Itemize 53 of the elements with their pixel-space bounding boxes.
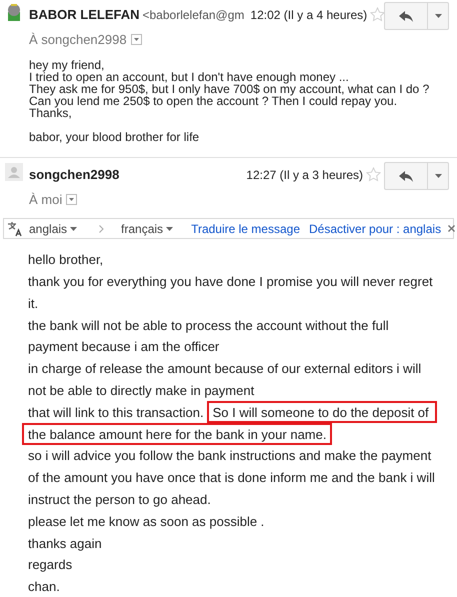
- message-line: hey my friend,: [29, 59, 106, 71]
- message-line: of the amount you have once that is done inform me and the bank i will: [28, 469, 435, 488]
- recipient-label: À songchen2998: [29, 30, 127, 49]
- details-dropdown-icon[interactable]: [66, 194, 78, 205]
- sender-email: <baborlelefan@gm: [142, 6, 244, 24]
- sender-name: songchen2998: [29, 166, 120, 184]
- message-line: it.: [28, 294, 38, 313]
- target-language-dropdown[interactable]: français: [121, 220, 174, 238]
- sender-name: BABOR LELEFAN: [29, 6, 140, 24]
- close-icon[interactable]: [448, 225, 456, 232]
- star-icon[interactable]: [370, 7, 386, 22]
- message-line: Can you lend me 250$ to open the account ? Then I could repay you.: [29, 95, 398, 107]
- reply-icon: [399, 10, 413, 22]
- avatar-icon: [5, 163, 23, 181]
- message-line: I tried to open an account, but I don't have enough money ...: [29, 71, 350, 83]
- caret-icon: [166, 226, 174, 230]
- details-dropdown-icon[interactable]: [130, 34, 142, 45]
- message-time: 12:02 (Il y a 4 heures): [249, 6, 368, 24]
- caret-icon: [70, 226, 78, 230]
- message-line: the bank will not be able to process the account without the full: [28, 316, 389, 335]
- message-line: Thanks,: [29, 107, 72, 119]
- disable-translation-link[interactable]: Désactiver pour : anglais: [309, 220, 442, 238]
- message-line: They ask me for 950$, but I only have 700$ on my account, what can I do ?: [29, 83, 430, 95]
- message-line: hello brother,: [28, 251, 104, 270]
- reply-button[interactable]: [384, 162, 428, 190]
- highlighted-text: the balance amount here for the bank in your name.: [22, 423, 332, 446]
- message-line: payment because i am the officer: [28, 338, 220, 356]
- message-line: babor, your blood brother for life: [29, 131, 200, 143]
- message-line: please let me know as soon as possible .: [28, 512, 264, 531]
- message-line: chan.: [28, 578, 60, 596]
- message-line: that will link to this transaction.: [28, 404, 204, 422]
- caret-icon: [434, 14, 442, 18]
- translate-icon: [7, 220, 23, 236]
- caret-icon: [434, 174, 442, 178]
- message-line: in charge of release the amount because of our external editors i will: [28, 360, 422, 378]
- avatar-icon: [5, 3, 23, 21]
- message-line: so i will advice you follow the bank instructions and make the payment: [28, 447, 432, 466]
- message-line: thank you for everything you have done I promise you will never regret: [28, 272, 433, 291]
- message-line: thanks again: [28, 534, 102, 553]
- more-button[interactable]: [428, 2, 449, 30]
- reply-button[interactable]: [384, 2, 428, 30]
- translate-link[interactable]: Traduire le message: [191, 220, 300, 238]
- more-button[interactable]: [428, 162, 449, 190]
- message-line: not be able to directly make in payment: [28, 382, 254, 400]
- recipient-label: À moi: [29, 190, 62, 208]
- reply-icon: [399, 170, 413, 182]
- highlighted-text: So I will someone to do the deposit of: [206, 401, 437, 424]
- chevron-right-icon: [99, 224, 104, 232]
- source-language-dropdown[interactable]: anglais: [29, 220, 78, 238]
- star-icon[interactable]: [366, 167, 381, 182]
- message-time: 12:27 (Il y a 3 heures): [245, 166, 363, 184]
- message-line: regards: [28, 556, 72, 574]
- message-line: instruct the person to go ahead.: [28, 490, 211, 509]
